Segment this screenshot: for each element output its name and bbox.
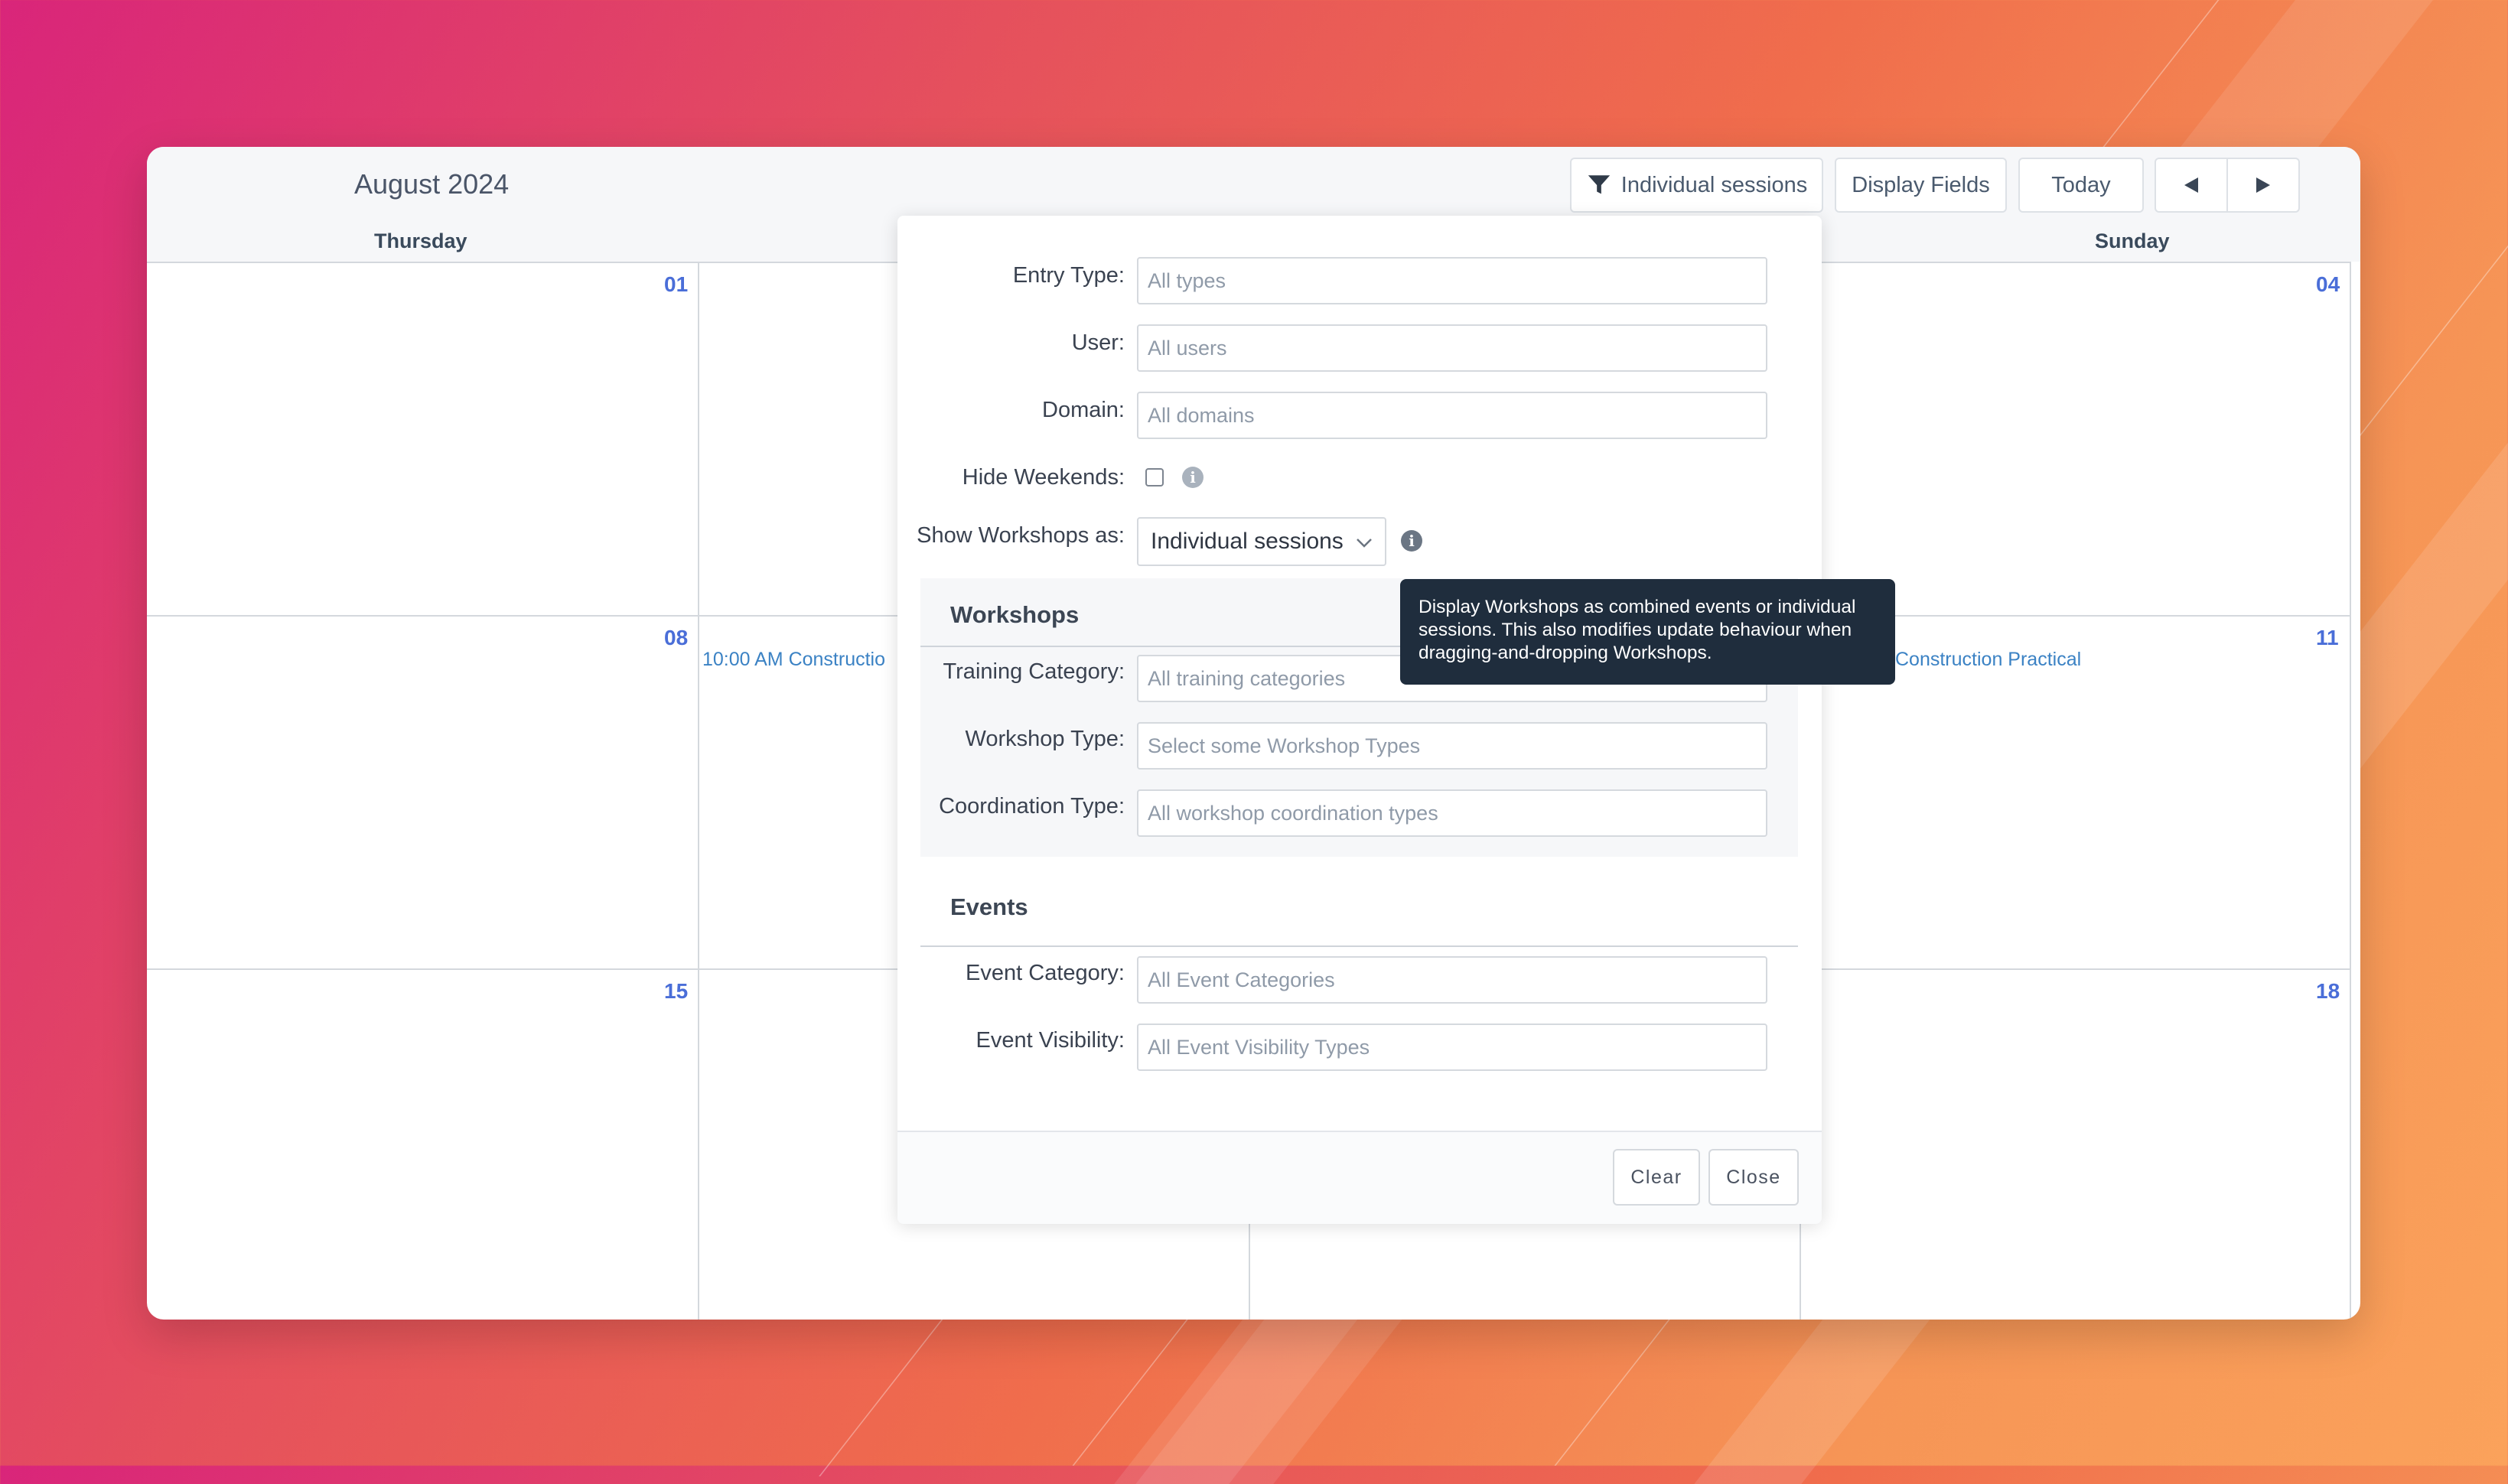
- info-icon[interactable]: i: [1401, 530, 1422, 552]
- dayname-sunday: Sunday: [2095, 229, 2170, 252]
- section-divider: [920, 945, 1798, 947]
- clear-button[interactable]: Clear: [1613, 1149, 1700, 1206]
- workshop-type-input[interactable]: Select some Workshop Types: [1137, 722, 1767, 770]
- entry-type-label: Entry Type:: [1012, 263, 1125, 288]
- calendar-event[interactable]: Construction Practical: [1895, 649, 2081, 671]
- prev-button[interactable]: [2155, 158, 2228, 213]
- show-workshops-value: Individual sessions: [1151, 529, 1344, 554]
- tooltip-line: sessions. This also modifies update beha…: [1418, 620, 1852, 640]
- grid-line: [2350, 262, 2351, 1320]
- date-08[interactable]: 08: [664, 626, 688, 650]
- training-category-label: Training Category:: [943, 659, 1125, 684]
- date-01[interactable]: 01: [664, 272, 688, 297]
- event-visibility-input[interactable]: All Event Visibility Types: [1137, 1024, 1767, 1071]
- user-label: User:: [1071, 330, 1125, 355]
- event-category-input[interactable]: All Event Categories: [1137, 956, 1767, 1004]
- tooltip-line: dragging-and-dropping Workshops.: [1418, 643, 1712, 663]
- events-section-title: Events: [950, 893, 1028, 920]
- filter-icon: [1588, 175, 1610, 194]
- chevron-down-icon: [1357, 539, 1372, 548]
- next-button[interactable]: [2226, 158, 2300, 213]
- domain-input[interactable]: All domains: [1137, 392, 1767, 439]
- event-visibility-label: Event Visibility:: [976, 1028, 1125, 1053]
- tooltip: Display Workshops as combined events or …: [1400, 579, 1895, 685]
- date-15[interactable]: 15: [664, 979, 688, 1004]
- filter-button[interactable]: Individual sessions: [1570, 158, 1823, 213]
- triangle-right-icon: [2256, 177, 2270, 193]
- user-input[interactable]: All users: [1137, 324, 1767, 372]
- filter-button-label: Individual sessions: [1620, 172, 1808, 197]
- date-18[interactable]: 18: [2316, 979, 2340, 1004]
- hide-weekends-checkbox[interactable]: [1145, 468, 1164, 487]
- entry-type-input[interactable]: All types: [1137, 257, 1767, 304]
- domain-label: Domain:: [1042, 398, 1125, 422]
- filter-panel: Entry Type: All types User: All users Do…: [897, 216, 1822, 1224]
- coordination-type-input[interactable]: All workshop coordination types: [1137, 789, 1767, 837]
- date-11[interactable]: 11: [2316, 626, 2339, 650]
- close-button[interactable]: Close: [1708, 1149, 1799, 1206]
- month-title: August 2024: [354, 168, 510, 200]
- info-icon[interactable]: i: [1182, 467, 1204, 488]
- coordination-type-label: Coordination Type:: [939, 794, 1125, 818]
- triangle-left-icon: [2184, 177, 2198, 193]
- calendar-event[interactable]: 10:00 AM Constructio: [702, 649, 885, 671]
- tooltip-line: Display Workshops as combined events or …: [1418, 597, 1856, 617]
- workshops-section-title: Workshops: [950, 601, 1080, 628]
- show-workshops-label: Show Workshops as:: [917, 523, 1125, 548]
- show-workshops-select[interactable]: Individual sessions: [1137, 517, 1386, 566]
- event-category-label: Event Category:: [966, 961, 1125, 985]
- date-04[interactable]: 04: [2316, 272, 2340, 297]
- workshop-type-label: Workshop Type:: [965, 727, 1125, 751]
- grid-line: [698, 262, 699, 1320]
- hide-weekends-label: Hide Weekends:: [962, 465, 1125, 490]
- panel-footer: Clear Close: [897, 1131, 1822, 1224]
- today-button[interactable]: Today: [2018, 158, 2144, 213]
- display-fields-button[interactable]: Display Fields: [1835, 158, 2007, 213]
- dayname-thursday: Thursday: [374, 229, 467, 252]
